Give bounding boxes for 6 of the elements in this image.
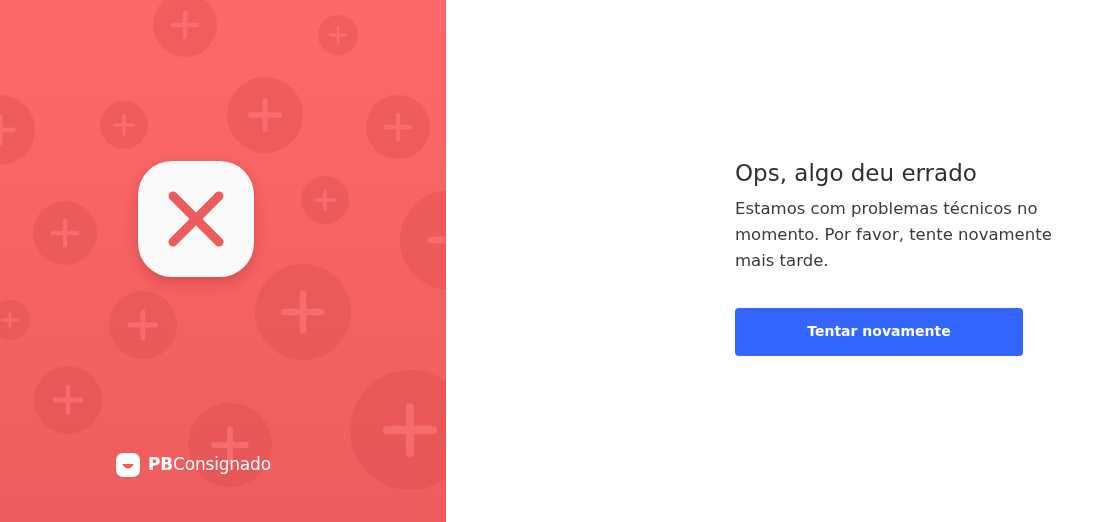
error-icon bbox=[138, 161, 254, 277]
error-message: Estamos com problemas técnicos no momento. Por favor, tente novamente mais tarde. bbox=[735, 197, 1053, 272]
logo-icon bbox=[116, 452, 140, 477]
error-title: Ops, algo deu errado bbox=[735, 160, 978, 188]
brand-name: PBConsignado bbox=[148, 453, 271, 476]
retry-button[interactable]: Tentar novamente bbox=[735, 307, 1023, 356]
